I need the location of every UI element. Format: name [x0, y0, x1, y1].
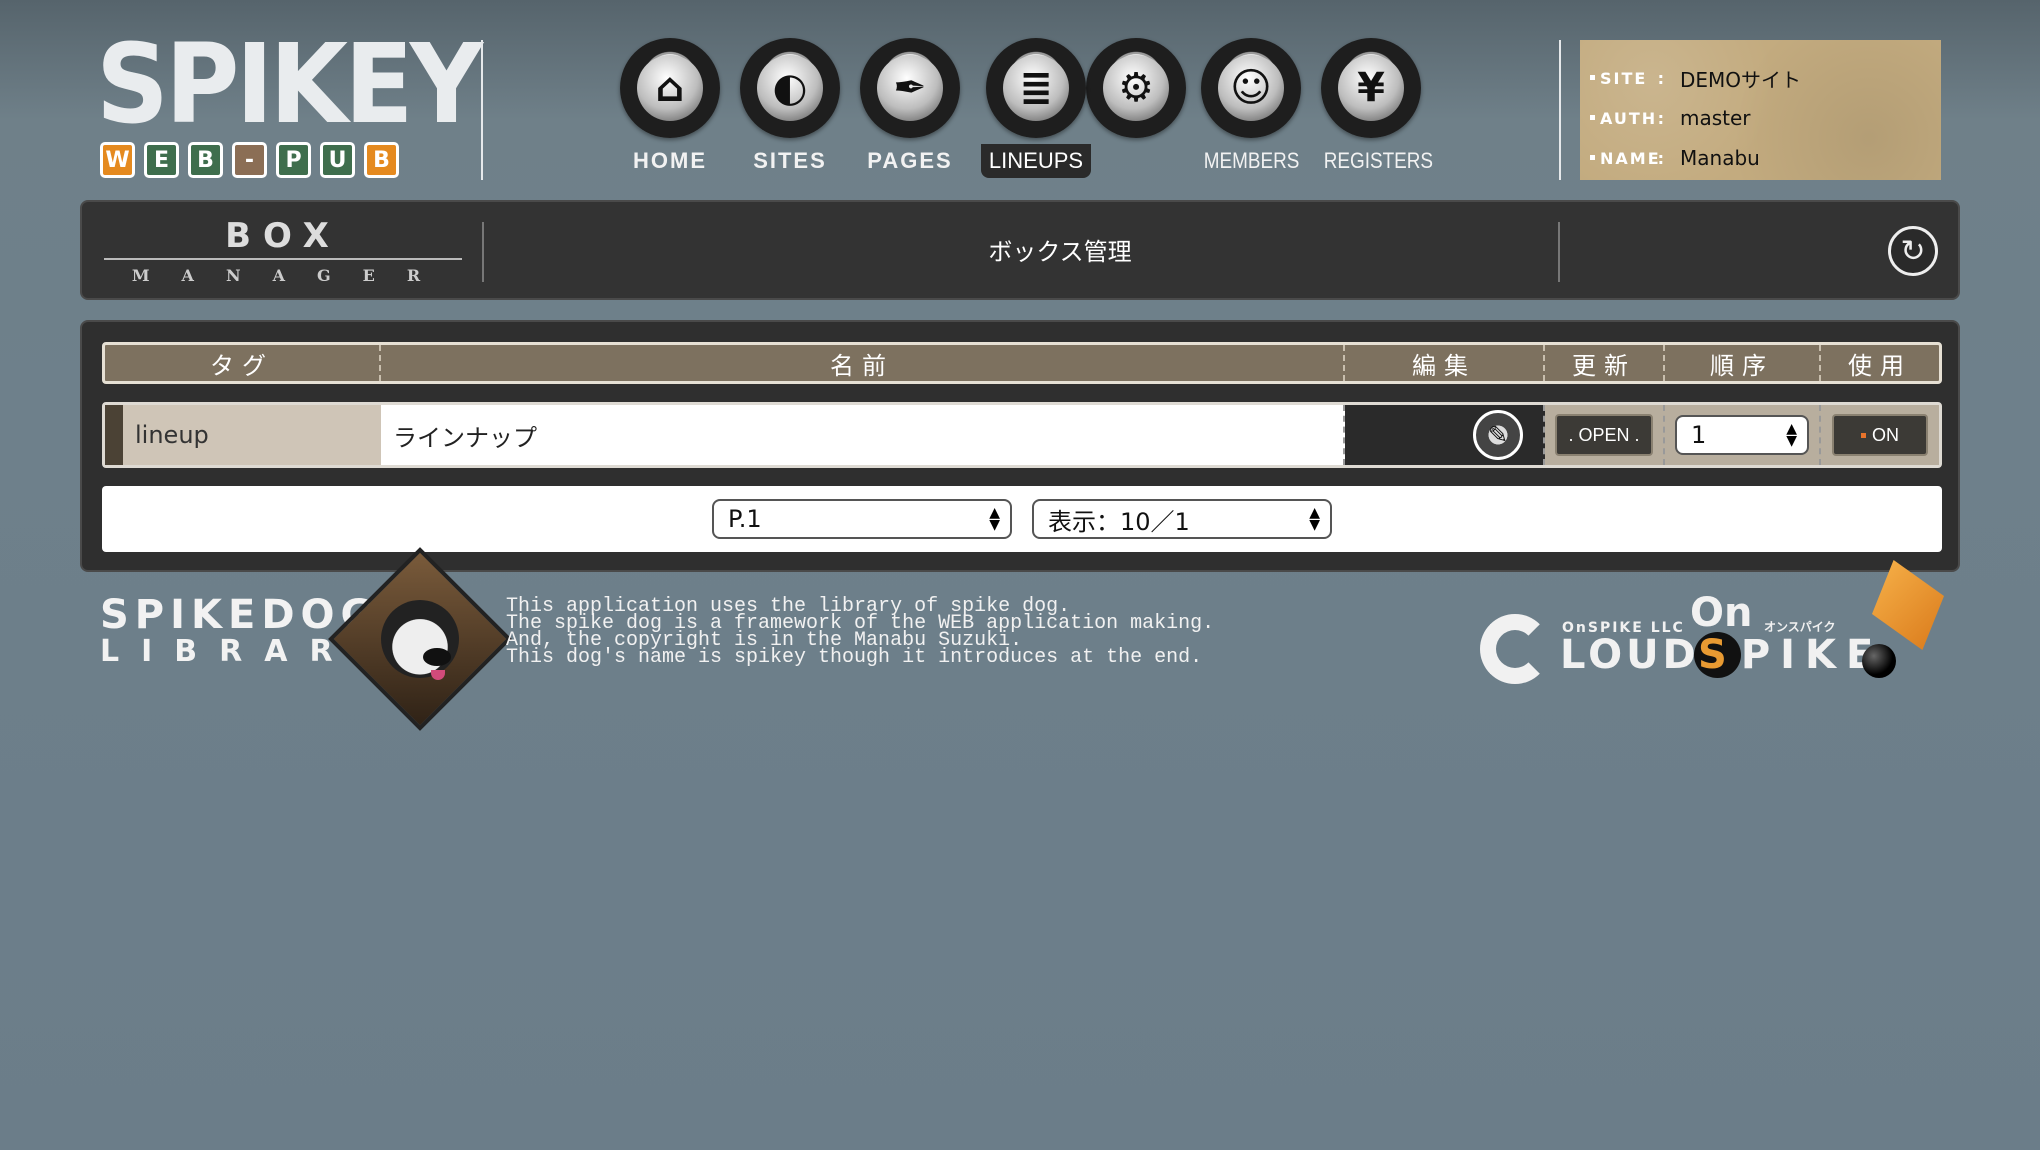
nav-members-label: MEMBERS: [1203, 148, 1300, 173]
use-toggle-label: ON: [1872, 424, 1899, 445]
logo-badges: W E B - P U B: [100, 142, 399, 178]
nav-pages[interactable]: ✒ PAGES: [855, 38, 965, 183]
home-icon: ⌂: [620, 38, 720, 138]
cloud-onspike-logo[interactable]: OnSPIKE LLC LOUD On オンスパイク S PIKE: [1480, 560, 1944, 684]
row-tag: lineup: [105, 405, 381, 465]
info-auth-value: master: [1680, 106, 1751, 130]
dog-mascot-icon: [328, 547, 512, 731]
nav-registers-label: REGISTERS: [1323, 148, 1434, 173]
col-update: 更新: [1545, 345, 1665, 381]
nav-lineups-label: LINEUPS: [981, 144, 1091, 178]
info-site-key: SITE: [1590, 69, 1680, 88]
nav-pages-label: PAGES: [867, 148, 953, 173]
status-dot-icon: [1861, 432, 1866, 438]
ball-icon: [1862, 644, 1896, 678]
col-use: 使用: [1848, 351, 1912, 380]
globe-icon: ◐: [740, 38, 840, 138]
library-notice: This application uses the library of spi…: [506, 597, 1214, 669]
box-manager-title: BOX MANAGER: [104, 216, 462, 285]
page-select-value: P.1: [728, 505, 762, 533]
table-row: lineup ラインナップ ✎ . OPEN . 1 ▲ ▼ ON: [102, 402, 1942, 468]
logo-badge: B: [364, 142, 399, 178]
box-title-small: MANAGER: [131, 266, 453, 285]
select-arrows-icon: ▲ ▼: [1309, 505, 1320, 533]
library-notice-line: This dog's name is spikey though it intr…: [506, 646, 1203, 669]
display-count-select[interactable]: 表示：10／1 ▲ ▼: [1032, 499, 1332, 539]
info-auth-key: AUTH: [1590, 109, 1680, 128]
pager: P.1 ▲ ▼ 表示：10／1 ▲ ▼: [102, 486, 1942, 552]
page-title: ボックス管理: [988, 238, 1132, 266]
box-title-big: BOX: [225, 216, 341, 256]
logo-title: SPIKEY: [96, 20, 483, 148]
refresh-button[interactable]: ↻: [1888, 226, 1938, 276]
logo-badge: P: [276, 142, 311, 178]
row-edit-cell: ✎: [1345, 405, 1545, 465]
spikey-logo[interactable]: SPIKEY W E B - P U B: [96, 29, 483, 184]
header-divider: [1559, 40, 1561, 180]
cloud-loud-text: LOUD: [1560, 632, 1700, 678]
page-select[interactable]: P.1 ▲ ▼: [712, 499, 1012, 539]
logo-badge: B: [188, 142, 223, 178]
row-order-cell: 1 ▲ ▼: [1665, 405, 1821, 465]
display-count-value: 表示：10／1: [1048, 507, 1190, 536]
info-site: SITE DEMOサイト: [1590, 58, 1941, 98]
nav-sites[interactable]: ◐ SITES: [735, 38, 845, 183]
info-auth: AUTH master: [1590, 98, 1941, 138]
logo-badge: -: [232, 142, 267, 178]
nav-home-label: HOME: [633, 148, 707, 173]
nav-sites-label: SITES: [753, 148, 827, 173]
cloud-c-mark: [1480, 614, 1550, 684]
select-arrows-icon: ▲ ▼: [1786, 421, 1797, 449]
select-arrows-icon: ▲ ▼: [989, 505, 1000, 533]
cloud-spike-text: S PIKE: [1694, 632, 1883, 678]
order-select[interactable]: 1 ▲ ▼: [1675, 415, 1809, 455]
open-button[interactable]: . OPEN .: [1555, 414, 1653, 456]
nav-registers[interactable]: ¥ REGISTERS: [1316, 38, 1434, 183]
row-name: ラインナップ: [381, 405, 1345, 465]
cloud-on-text: On: [1690, 590, 1753, 636]
logo-badge: U: [320, 142, 355, 178]
info-name: NAME Manabu: [1590, 138, 1941, 178]
manager-bar: BOX MANAGER ボックス管理 ↻: [80, 200, 1960, 300]
pen-nib-icon: ✒: [860, 38, 960, 138]
stack-icon: ≣: [986, 38, 1086, 138]
col-name: 名前: [381, 345, 1345, 381]
header-divider: [481, 40, 483, 180]
edit-button[interactable]: ✎: [1473, 410, 1523, 460]
col-tag: タグ: [105, 345, 381, 381]
nav-lineups[interactable]: ≣ LINEUPS: [981, 38, 1091, 183]
nav-members[interactable]: ☺ MEMBERS: [1196, 38, 1306, 183]
session-info: SITE DEMOサイト AUTH master NAME Manabu: [1580, 40, 1941, 180]
col-order: 順序: [1665, 345, 1821, 381]
info-name-value: Manabu: [1680, 146, 1760, 170]
pen-nib-icon: ✎: [1487, 421, 1509, 449]
yen-icon: ¥: [1321, 38, 1421, 138]
logo-badge: E: [144, 142, 179, 178]
row-use-cell: ON: [1821, 405, 1939, 465]
smiley-icon: ☺: [1201, 38, 1301, 138]
order-value: 1: [1691, 421, 1707, 449]
logo-badge: W: [100, 142, 135, 178]
nav-gear[interactable]: ⚙: [1081, 38, 1191, 183]
cloud-spike-s: S: [1694, 632, 1741, 678]
row-update-cell: . OPEN .: [1545, 405, 1665, 465]
gear-icon: ⚙: [1086, 38, 1186, 138]
use-toggle-button[interactable]: ON: [1832, 414, 1928, 456]
col-edit: 編集: [1345, 345, 1545, 381]
table-header: タグ 名前 編集 更新 順序 使用: [102, 342, 1942, 384]
info-name-key: NAME: [1590, 149, 1680, 168]
nav-home[interactable]: ⌂ HOME: [615, 38, 725, 183]
refresh-icon: ↻: [1900, 233, 1926, 269]
info-site-value: DEMOサイト: [1680, 67, 1802, 92]
bar-divider: [1558, 222, 1560, 282]
box-table-panel: タグ 名前 編集 更新 順序 使用 lineup ラインナップ ✎ . OPEN…: [80, 320, 1960, 572]
box-title-line: [104, 258, 462, 260]
